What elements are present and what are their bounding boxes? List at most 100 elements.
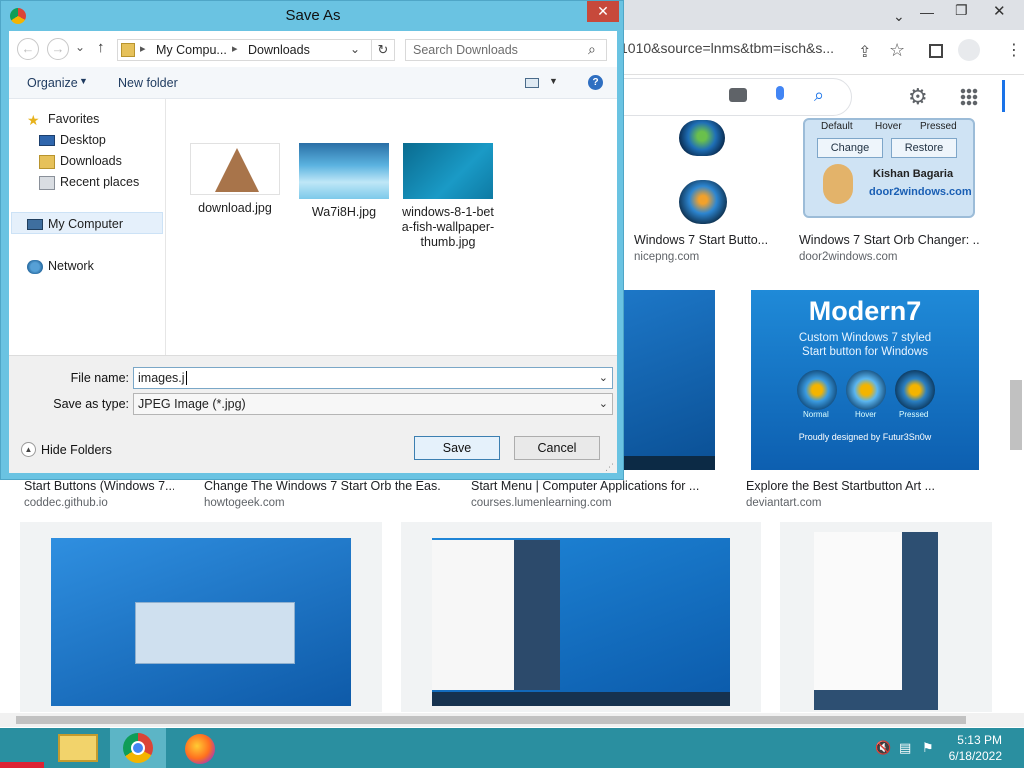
result-title[interactable]: Explore the Best Startbutton Art ... [746, 479, 946, 493]
address-bar-url[interactable]: 1010&source=lnms&tbm=isch&s... [620, 40, 920, 64]
orb-label-pressed: Pressed [920, 121, 957, 132]
file-explorer-icon[interactable] [58, 734, 98, 762]
back-arrow-icon[interactable]: ← [17, 38, 39, 60]
breadcrumb-separator-icon: ▸ [232, 43, 238, 55]
network-icon [27, 259, 43, 274]
scrollbar-thumb[interactable] [16, 716, 966, 724]
result-title[interactable]: Start Menu | Computer Applications for .… [471, 479, 703, 493]
hide-folders-arrow-icon[interactable]: ▲ [21, 442, 36, 457]
resize-grip-icon[interactable]: ⋰ [605, 462, 614, 473]
save-button[interactable]: Save [414, 436, 500, 460]
volume-muted-icon[interactable]: 🔇 [875, 740, 891, 756]
taskbar-chrome-button[interactable] [110, 728, 166, 768]
view-dropdown-icon[interactable]: ▼ [549, 76, 558, 86]
firefox-icon[interactable] [185, 734, 215, 764]
tree-item-desktop[interactable]: Desktop [39, 130, 106, 150]
file-item[interactable]: windows-8-1-bet a-fish-wallpaper-thumb.j… [398, 143, 498, 250]
share-icon[interactable]: ⇪ [858, 42, 871, 62]
cartoon-avatar [823, 164, 853, 204]
result-source: howtogeek.com [204, 497, 285, 509]
forward-arrow-icon[interactable]: → [47, 38, 69, 60]
dialog-close-button[interactable]: ✕ [587, 1, 619, 22]
bookmark-star-icon[interactable]: ☆ [889, 40, 905, 61]
save-type-select[interactable]: JPEG Image (*.jpg) ⌄ [133, 393, 613, 415]
browser-menu-icon[interactable]: ⋮ [1006, 40, 1022, 60]
minimize-icon[interactable]: — [920, 4, 934, 20]
file-item[interactable]: download.jpg [185, 143, 285, 216]
save-options-panel: File name: images.j ⌄ Save as type: JPEG… [9, 355, 617, 473]
breadcrumb[interactable]: ▸ My Compu... ▸ Downloads ⌄ [117, 39, 395, 61]
breadcrumb-downloads[interactable]: Downloads [248, 43, 310, 57]
organize-menu[interactable]: Organize [27, 76, 78, 90]
desktop-icon [39, 135, 55, 147]
vertical-scrollbar-thumb[interactable] [1010, 380, 1022, 450]
organize-dropdown-icon[interactable]: ▼ [79, 76, 88, 86]
tree-item-my-computer[interactable]: My Computer [27, 214, 123, 234]
search-icon[interactable]: ⌕ [588, 41, 596, 58]
search-downloads-field[interactable]: Search Downloads ⌕ [405, 39, 607, 61]
result-thumbnail-orbs[interactable] [665, 118, 735, 228]
start-region[interactable] [0, 762, 44, 768]
result-thumbnail-start-menu-2[interactable] [432, 538, 730, 706]
tab-list-chevron-icon[interactable]: ⌄ [893, 8, 905, 25]
chrome-icon-center [131, 741, 145, 755]
navigation-pane: ★ Favorites Desktop Downloads Recent plac… [9, 99, 166, 355]
result-thumbnail-modern7[interactable]: Modern7 Custom Windows 7 styled Start bu… [751, 290, 979, 470]
result-title[interactable]: Start Buttons (Windows 7... [24, 479, 174, 493]
breadcrumb-my-computer[interactable]: My Compu... [156, 43, 227, 57]
file-item[interactable]: Wa7i8H.jpg [294, 143, 394, 220]
breadcrumb-dropdown-icon[interactable]: ⌄ [350, 42, 360, 56]
file-name-dropdown-icon[interactable]: ⌄ [599, 368, 608, 388]
modern7-hover: Hover [855, 410, 877, 419]
profile-avatar[interactable] [958, 39, 980, 61]
orb-change-button: Change [817, 138, 883, 158]
apps-grid-icon[interactable] [960, 88, 978, 106]
action-center-flag-icon[interactable]: ⚑ [922, 740, 934, 756]
file-name: Wa7i8H.jpg [311, 205, 377, 219]
result-thumbnail-orb-changer[interactable]: Default Hover Pressed Change Restore Kis… [803, 118, 975, 218]
tree-item-downloads[interactable]: Downloads [39, 151, 122, 171]
result-thumbnail-start-menu-3[interactable] [814, 532, 938, 710]
tree-item-network[interactable]: Network [27, 256, 94, 276]
windows-orb-icon [895, 370, 935, 410]
search-downloads-placeholder: Search Downloads [413, 43, 518, 57]
side-panel-icon[interactable] [929, 44, 943, 58]
hide-folders-button[interactable]: Hide Folders [41, 443, 112, 457]
clock-time: 5:13 PM [957, 733, 1002, 747]
up-arrow-icon[interactable]: ↑ [97, 39, 105, 56]
file-thumbnail [403, 143, 493, 199]
recent-locations-chevron-icon[interactable]: ⌄ [75, 40, 85, 54]
view-options-icon[interactable] [525, 78, 539, 88]
network-status-icon[interactable]: ▤ [899, 740, 911, 756]
system-clock[interactable]: 5:13 PM 6/18/2022 [949, 732, 1002, 764]
settings-gear-icon[interactable]: ⚙ [908, 84, 928, 110]
microphone-icon[interactable] [776, 86, 784, 100]
star-icon: ★ [27, 111, 40, 128]
horizontal-scrollbar[interactable] [0, 713, 1024, 727]
cancel-button[interactable]: Cancel [514, 436, 600, 460]
result-thumbnail-orb-changer-desktop[interactable] [51, 538, 351, 706]
result-title[interactable]: Change The Windows 7 Start Orb the Eas..… [204, 479, 440, 493]
thumb-taskbar [432, 692, 730, 706]
tree-item-recent-places[interactable]: Recent places [39, 172, 139, 192]
dialog-title: Save As [285, 7, 341, 24]
text-cursor [185, 371, 187, 385]
clock-date: 6/18/2022 [948, 749, 1002, 763]
help-icon[interactable]: ? [588, 75, 603, 90]
file-name-input[interactable]: images.j ⌄ [133, 367, 613, 389]
search-icon[interactable]: ⌕ [814, 85, 824, 106]
restore-icon[interactable]: ❐ [955, 2, 968, 19]
result-source: coddec.github.io [24, 497, 108, 509]
new-folder-button[interactable]: New folder [118, 76, 178, 90]
tree-item-favorites[interactable]: ★ Favorites [27, 109, 99, 129]
browser-close-icon[interactable]: ✕ [993, 2, 1006, 20]
result-title[interactable]: Windows 7 Start Butto... [634, 233, 774, 247]
result-title[interactable]: Windows 7 Start Orb Changer: ... [799, 233, 979, 247]
camera-search-icon[interactable] [729, 88, 747, 102]
thumb-menu-right [514, 540, 560, 690]
refresh-icon[interactable]: ↻ [371, 39, 395, 61]
save-type-dropdown-icon[interactable]: ⌄ [599, 394, 608, 414]
result-thumbnail-start-menu[interactable] [620, 290, 715, 470]
tree-label: Recent places [60, 175, 140, 189]
file-name-value: images.j [138, 371, 185, 385]
